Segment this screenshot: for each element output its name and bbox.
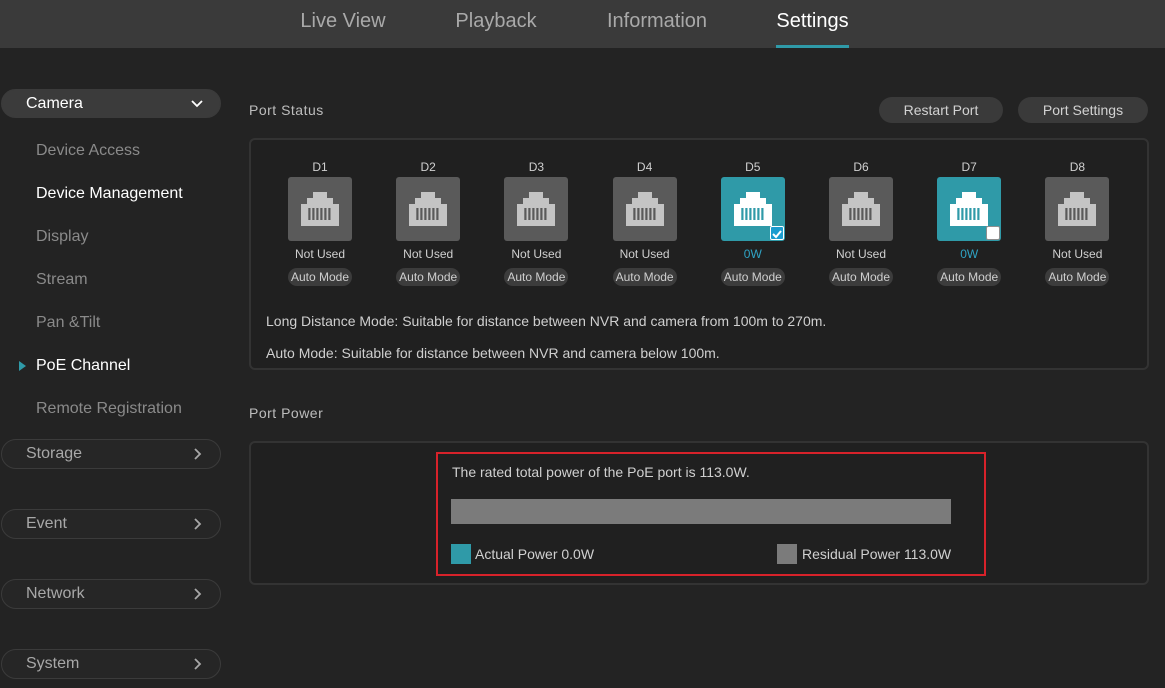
ethernet-port-icon: [733, 192, 772, 226]
port-d3: D3 Not Used Auto Mode: [496, 159, 576, 286]
chevron-down-icon: [191, 100, 203, 108]
power-usage-bar: [451, 499, 951, 524]
sidebar-group-system[interactable]: System: [1, 649, 221, 679]
sidebar-item-remote-registration[interactable]: Remote Registration: [36, 400, 182, 418]
ethernet-port-icon: [842, 192, 880, 226]
port-status-text: Not Used: [619, 247, 670, 261]
ethernet-port-icon: [301, 192, 339, 226]
actual-power-swatch: [451, 544, 471, 564]
sidebar-item-pan-tilt[interactable]: Pan &Tilt: [36, 314, 100, 332]
port-d8: D8 Not Used Auto Mode: [1037, 159, 1117, 286]
tab-settings-label: Settings: [776, 10, 849, 32]
port-d1: D1 Not Used Auto Mode: [280, 159, 360, 286]
port-settings-button[interactable]: Port Settings: [1018, 97, 1148, 123]
port-icon-button[interactable]: [829, 177, 893, 241]
chevron-right-icon: [194, 588, 202, 600]
ethernet-port-icon: [517, 192, 556, 226]
port-d4: D4 Not Used Auto Mode: [605, 159, 685, 286]
port-status-text: Not Used: [835, 247, 887, 261]
port-icon-button[interactable]: [612, 177, 677, 241]
residual-power-swatch: [777, 544, 797, 564]
port-icon-button[interactable]: [504, 177, 569, 241]
port-status-title: Port Status: [249, 102, 324, 118]
port-mode-pill[interactable]: Auto Mode: [829, 268, 893, 286]
ethernet-port-icon: [409, 192, 448, 226]
sidebar-group-label: Event: [26, 515, 67, 532]
port-status-text: Not Used: [511, 247, 562, 261]
port-name: D2: [420, 160, 436, 174]
port-mode-pill[interactable]: Auto Mode: [720, 268, 785, 286]
sidebar-group-network[interactable]: Network: [1, 579, 221, 609]
port-name: D3: [528, 160, 545, 174]
chevron-right-icon: [194, 448, 202, 460]
tab-playback[interactable]: Playback: [455, 0, 537, 48]
residual-power-label: Residual Power 113.0W: [802, 546, 952, 562]
ethernet-port-icon: [950, 192, 989, 226]
port-d2: D2 Not Used Auto Mode: [388, 159, 468, 286]
active-tab-indicator: [776, 45, 849, 48]
sidebar-group-camera[interactable]: Camera: [1, 89, 221, 118]
sidebar-item-poe-channel[interactable]: PoE Channel: [36, 357, 130, 375]
port-mode-pill[interactable]: Auto Mode: [612, 268, 677, 286]
sidebar-item-device-management[interactable]: Device Management: [36, 185, 183, 203]
port-name: D7: [961, 160, 977, 174]
ethernet-port-icon: [625, 192, 664, 226]
tab-settings[interactable]: Settings: [776, 0, 849, 48]
port-mode-pill[interactable]: Auto Mode: [937, 268, 1002, 286]
chevron-right-icon: [194, 658, 202, 670]
port-icon-button[interactable]: [1045, 177, 1110, 241]
port-icon-button[interactable]: [720, 177, 785, 241]
port-name: D5: [745, 160, 761, 174]
rated-power-text: The rated total power of the PoE port is…: [452, 464, 750, 480]
port-mode-pill[interactable]: Auto Mode: [1045, 268, 1110, 286]
port-name: D4: [636, 160, 653, 174]
tab-information[interactable]: Information: [606, 0, 708, 48]
sidebar-group-label: Camera: [26, 95, 83, 112]
ethernet-port-icon: [1058, 192, 1097, 226]
port-status-text: Not Used: [403, 247, 454, 261]
long-distance-mode-note: Long Distance Mode: Suitable for distanc…: [266, 313, 827, 329]
port-checkbox[interactable]: [986, 226, 1001, 240]
sidebar-group-label: System: [26, 655, 80, 672]
sidebar-group-storage[interactable]: Storage: [1, 439, 221, 469]
port-status-text: 0W: [960, 247, 979, 261]
tab-live-view[interactable]: Live View: [300, 0, 386, 48]
port-icon-button[interactable]: [937, 177, 1002, 241]
sidebar: Camera Device Access Device Management D…: [0, 48, 230, 688]
port-icon-button[interactable]: [288, 177, 352, 241]
port-status-panel: [249, 138, 1149, 370]
port-mode-pill[interactable]: Auto Mode: [396, 268, 461, 286]
port-status-text: Not Used: [1052, 247, 1103, 261]
port-name: D1: [312, 160, 328, 174]
selected-arrow-icon: [19, 361, 26, 371]
port-d6: D6 Not Used Auto Mode: [821, 159, 901, 286]
sidebar-group-label: Storage: [26, 445, 83, 462]
port-mode-pill[interactable]: Auto Mode: [504, 268, 569, 286]
port-power-title: Port Power: [249, 405, 324, 421]
sidebar-group-event[interactable]: Event: [1, 509, 221, 539]
auto-mode-note: Auto Mode: Suitable for distance between…: [266, 345, 720, 361]
port-checkbox[interactable]: [769, 226, 784, 240]
top-nav: Live View Playback Information Settings: [0, 0, 1165, 48]
port-d5: D5 0W Auto Mode: [713, 159, 793, 286]
port-name: D6: [853, 160, 869, 174]
chevron-right-icon: [194, 518, 202, 530]
sidebar-group-label: Network: [26, 585, 85, 602]
checkmark-icon: [772, 230, 782, 239]
port-icon-button[interactable]: [396, 177, 461, 241]
sidebar-item-display[interactable]: Display: [36, 228, 88, 246]
port-name: D8: [1069, 160, 1086, 174]
sidebar-item-stream[interactable]: Stream: [36, 271, 88, 289]
restart-port-button[interactable]: Restart Port: [879, 97, 1003, 123]
port-status-text: 0W: [743, 247, 762, 261]
port-d7: D7 0W Auto Mode: [929, 159, 1009, 286]
sidebar-item-device-access[interactable]: Device Access: [36, 142, 140, 160]
actual-power-label: Actual Power 0.0W: [475, 546, 595, 562]
power-summary-box: The rated total power of the PoE port is…: [436, 452, 986, 576]
port-mode-pill[interactable]: Auto Mode: [288, 268, 352, 286]
port-status-text: Not Used: [294, 247, 346, 261]
